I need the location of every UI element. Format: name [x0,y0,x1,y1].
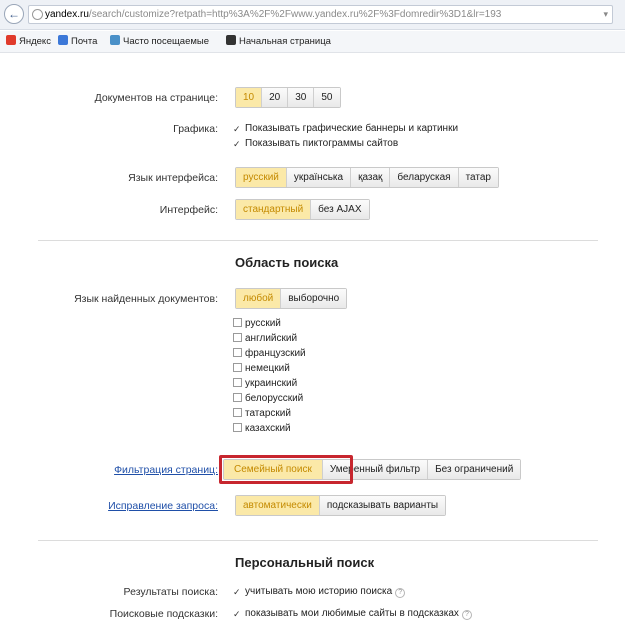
ui-lang-russian[interactable]: русский [236,168,287,187]
interface-no-ajax[interactable]: без AJAX [311,200,369,219]
info-icon[interactable]: ? [395,588,406,598]
lang-checkbox-belarusian[interactable]: белорусский [233,393,303,404]
globe-icon [32,9,43,20]
bookmarks-bar: Яндекс Почта Часто посещаемые Начальная … [0,31,625,53]
checkbox-box [233,348,242,357]
ui-lang-ukrainian[interactable]: українська [286,168,352,187]
checkmark-icon: ✓ [233,587,241,597]
interface-label: Интерфейс: [159,204,218,216]
doc-lang-selective[interactable]: выборочно [281,289,347,308]
ui-lang-belarusian[interactable]: беларуская [390,168,459,187]
bookmark-yandex[interactable]: Яндекс [6,35,51,49]
graphics-banners-checkbox[interactable]: ✓ Показывать графические баннеры и картин… [233,123,458,134]
lang-checkbox-german[interactable]: немецкий [233,363,290,374]
ui-lang-kazakh[interactable]: қазақ [351,168,391,187]
docs-option-50[interactable]: 50 [314,88,340,107]
correction-suggest[interactable]: подсказывать варианты [319,496,446,515]
divider [38,240,598,241]
bookmark-mail[interactable]: Почта [58,35,97,49]
ui-lang-tatar[interactable]: татар [458,168,498,187]
docs-option-20[interactable]: 20 [262,88,289,107]
checkmark-icon: ✓ [233,609,241,619]
filter-none[interactable]: Без ограничений [428,460,521,479]
ui-language-label: Язык интерфейса: [128,172,218,184]
url-host: yandex.ru [45,9,89,20]
graphics-favicons-checkbox[interactable]: ✓ Показывать пиктограммы сайтов [233,138,398,149]
lang-checkbox-kazakh[interactable]: казахский [233,423,291,434]
dropdown-arrow-icon[interactable]: ▾ [603,6,608,23]
search-history-checkbox[interactable]: ✓ учитывать мою историю поиска? [233,586,406,598]
checkbox-box [233,423,242,432]
docs-option-30[interactable]: 30 [288,88,315,107]
checkbox-box [233,318,242,327]
query-correction-label[interactable]: Исправление запроса: [0,500,218,512]
interface-standard[interactable]: стандартный [236,200,312,219]
lang-checkbox-ukrainian[interactable]: украинский [233,378,297,389]
docs-option-10[interactable]: 10 [236,88,263,107]
docs-per-page-selector: 10 20 30 50 [235,87,341,108]
graphics-label: Графика: [173,123,218,135]
checkbox-box [233,333,242,342]
doc-language-selector: любой выборочно [235,288,348,309]
ui-language-selector: русский українська қазақ беларуская тата… [235,167,499,188]
query-correction-selector: автоматически подсказывать варианты [235,495,447,516]
interface-selector: стандартный без AJAX [235,199,370,220]
search-suggest-label: Поисковые подсказки: [109,608,218,620]
correction-auto[interactable]: автоматически [236,496,320,515]
checkmark-icon: ✓ [233,124,241,134]
lang-checkbox-english[interactable]: английский [233,333,297,344]
back-arrow-icon[interactable]: ← [4,4,24,24]
lang-checkbox-french[interactable]: французский [233,348,306,359]
doc-language-label: Язык найденных документов: [74,293,218,305]
checkbox-box [233,408,242,417]
docs-per-page-label: Документов на странице: [94,92,218,104]
lang-checkbox-russian[interactable]: русский [233,318,281,329]
checkmark-icon: ✓ [233,139,241,149]
info-icon[interactable]: ? [461,610,472,620]
browser-address-bar: ← yandex.ru/search/customize?retpath=htt… [0,0,625,30]
page-filter-link[interactable]: Фильтрация страниц: [114,464,218,476]
query-correction-link[interactable]: Исправление запроса: [108,500,218,512]
favorite-sites-checkbox[interactable]: ✓ показывать мои любимые сайты в подсказк… [233,608,472,620]
search-results-label: Результаты поиска: [123,586,218,598]
personal-search-title: Персональный поиск [235,555,375,570]
lang-checkbox-tatar[interactable]: татарский [233,408,291,419]
bookmark-frequent[interactable]: Часто посещаемые [110,35,209,49]
checkbox-box [233,393,242,402]
checkbox-box [233,378,242,387]
url-input[interactable]: yandex.ru/search/customize?retpath=http%… [28,5,613,24]
divider [38,540,598,541]
start-page-icon [226,35,236,45]
highlight-frame [219,455,353,484]
yandex-icon [6,35,16,45]
search-scope-title: Область поиска [235,255,339,270]
frequent-icon [110,35,120,45]
page-filter-label[interactable]: Фильтрация страниц: [0,464,218,476]
doc-lang-any[interactable]: любой [236,289,282,308]
mail-icon [58,35,68,45]
checkbox-box [233,363,242,372]
bookmark-start-page[interactable]: Начальная страница [226,35,331,49]
url-path: /search/customize?retpath=http%3A%2F%2Fw… [88,9,502,20]
